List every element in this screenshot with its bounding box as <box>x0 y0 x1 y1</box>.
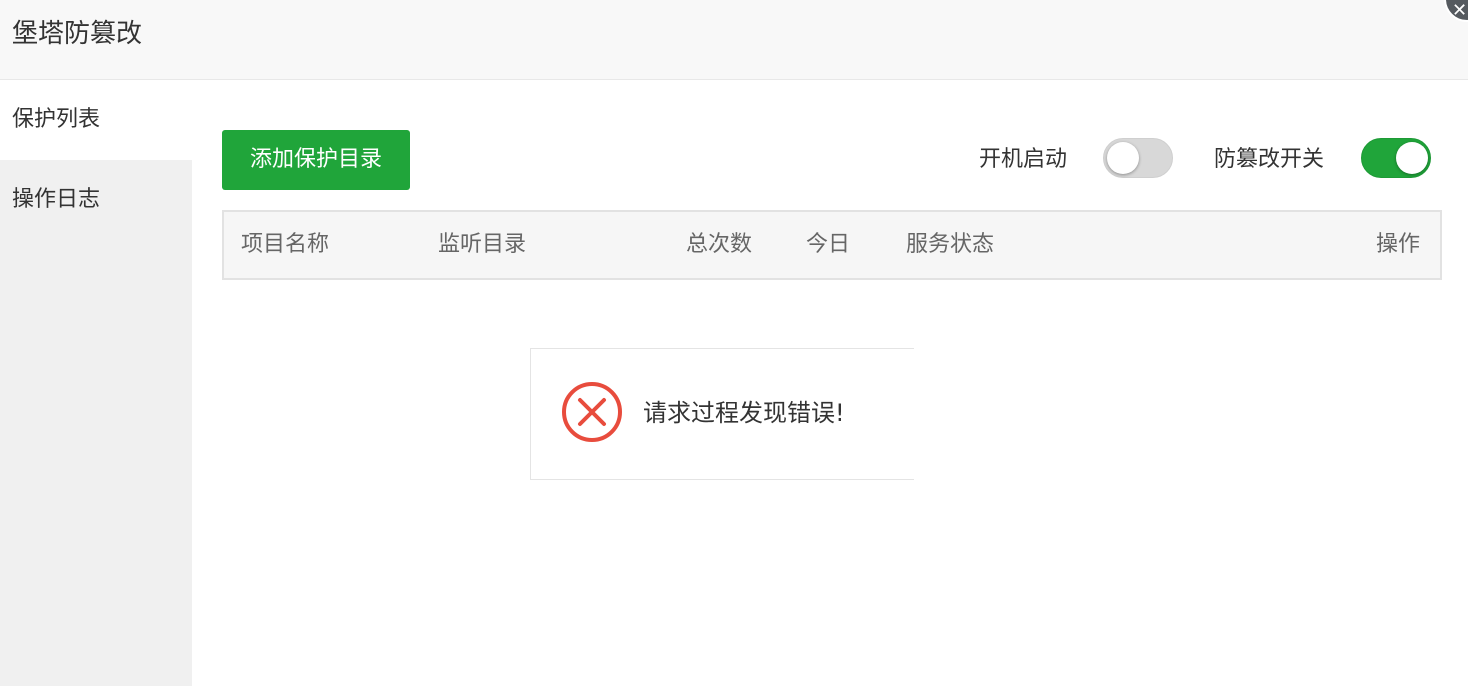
error-circle-x-icon <box>562 382 622 442</box>
table-header: 项目名称 监听目录 总次数 今日 服务状态 操作 <box>222 210 1442 280</box>
column-header-total-count: 总次数 <box>686 232 753 257</box>
tamper-protection-window: 堡塔防篡改 ✕ 保护列表 操作日志 添加保护目录 开机启动 防篡改开关 项目名称… <box>0 0 1468 686</box>
error-message: 请求过程发现错误! <box>643 399 845 427</box>
close-button[interactable]: ✕ <box>1444 0 1468 22</box>
boot-start-toggle[interactable] <box>1103 138 1173 178</box>
column-header-watch-directory: 监听目录 <box>438 232 527 257</box>
toggle-knob <box>1396 142 1428 174</box>
column-header-actions: 操作 <box>1376 232 1421 257</box>
sidebar-item-protection-list[interactable]: 保护列表 <box>0 80 192 160</box>
column-header-today: 今日 <box>806 232 851 257</box>
boot-start-label: 开机启动 <box>979 147 1068 172</box>
close-icon: ✕ <box>1452 0 1468 21</box>
add-protected-directory-button[interactable]: 添加保护目录 <box>222 130 410 190</box>
window-title: 堡塔防篡改 <box>12 19 143 49</box>
error-toast: 请求过程发现错误! <box>530 348 914 480</box>
toggle-knob <box>1107 142 1139 174</box>
column-header-project-name: 项目名称 <box>241 232 330 257</box>
column-header-service-status: 服务状态 <box>906 232 995 257</box>
sidebar: 保护列表 操作日志 <box>0 80 192 686</box>
sidebar-item-operation-log[interactable]: 操作日志 <box>0 160 192 240</box>
tamper-switch-toggle[interactable] <box>1361 138 1431 178</box>
tamper-switch-label: 防篡改开关 <box>1214 147 1325 172</box>
title-bar: 堡塔防篡改 ✕ <box>0 0 1468 80</box>
